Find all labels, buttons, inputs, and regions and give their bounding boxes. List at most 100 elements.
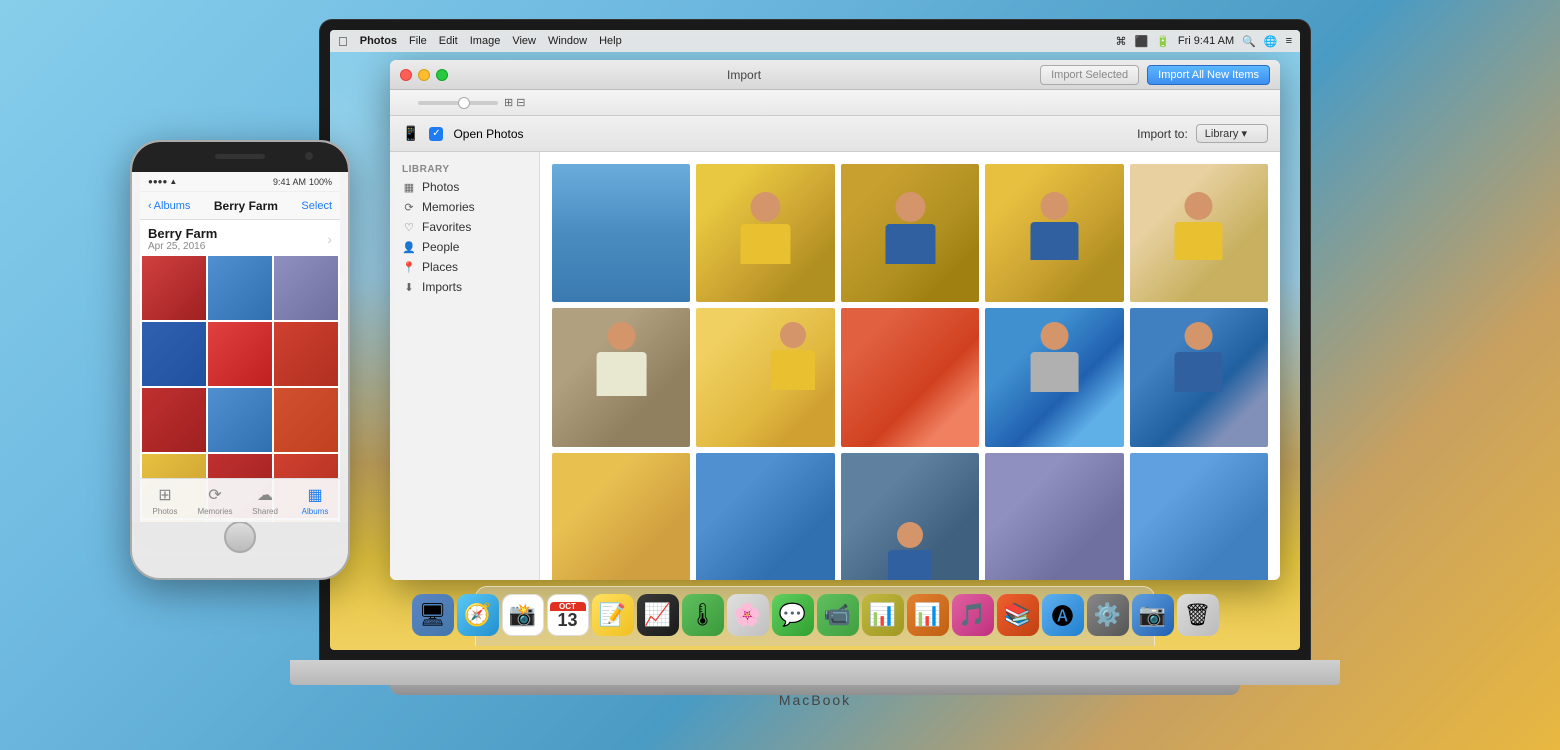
iphone-photo-2[interactable] <box>208 256 272 320</box>
photo-6[interactable] <box>552 308 690 446</box>
import-all-button[interactable]: Import All New Items <box>1147 65 1270 85</box>
iphone-body: ●●●● ▲ 9:41 AM 100% ‹ Albums Berry Farm … <box>130 140 350 580</box>
iphone-photo-6[interactable] <box>274 322 338 386</box>
maximize-button[interactable] <box>436 69 448 81</box>
iphone-mute-button[interactable] <box>130 202 131 217</box>
iphone-album-header: Berry Farm Apr 25, 2016 › <box>140 220 340 254</box>
iphone-photo-5[interactable] <box>208 322 272 386</box>
import-to-dropdown[interactable]: Library ▾ <box>1196 124 1268 143</box>
dock-trash[interactable]: 🗑 <box>1177 594 1219 636</box>
iphone-photo-1[interactable] <box>142 256 206 320</box>
import-selected-button[interactable]: Import Selected <box>1040 65 1139 85</box>
iphone-photo-8[interactable] <box>208 388 272 452</box>
photo-5[interactable] <box>1130 164 1268 302</box>
photo-15[interactable] <box>841 453 979 580</box>
photos-icon: ▦ <box>402 180 416 194</box>
dock-calendar[interactable]: OCT 13 <box>547 594 589 636</box>
menubar-view[interactable]: View <box>512 35 536 47</box>
menubar-window[interactable]: Window <box>548 35 587 47</box>
iphone-photo-7[interactable] <box>142 388 206 452</box>
iphone: ●●●● ▲ 9:41 AM 100% ‹ Albums Berry Farm … <box>130 140 350 580</box>
toolbar-icons: ⊞ ⊟ <box>504 96 526 109</box>
people-icon: 👤 <box>402 240 416 254</box>
photo-4[interactable] <box>985 164 1123 302</box>
macbook:  Photos File Edit Image View Window Hel… <box>290 20 1340 740</box>
menubar-app-name[interactable]: Photos <box>360 35 397 47</box>
iphone-photo-3[interactable] <box>274 256 338 320</box>
menubar-file[interactable]: File <box>409 35 427 47</box>
dock-messages[interactable]: 💬 <box>772 594 814 636</box>
open-photos-checkbox[interactable]: ✓ <box>429 127 443 141</box>
macbook-label: MacBook <box>290 692 1340 708</box>
menubar-edit[interactable]: Edit <box>439 35 458 47</box>
sidebar-item-places[interactable]: 📍 Places <box>390 257 539 277</box>
close-button[interactable] <box>400 69 412 81</box>
photo-9[interactable] <box>985 308 1123 446</box>
dock-stocks[interactable]: 📈 <box>637 594 679 636</box>
dock-settings[interactable]: ⚙️ <box>1087 594 1129 636</box>
dock-photos-icon[interactable]: 📷 <box>1132 594 1174 636</box>
iphone-tab-memories[interactable]: ⟳ Memories <box>190 485 240 516</box>
photo-1[interactable] <box>552 164 690 302</box>
iphone-vol-down-button[interactable] <box>130 250 131 270</box>
iphone-tab-shared[interactable]: ☁ Shared <box>240 485 290 516</box>
dock-keynote[interactable]: 📊 <box>907 594 949 636</box>
iphone-time: 9:41 AM <box>273 177 306 187</box>
dock-notes[interactable]: 📝 <box>592 594 634 636</box>
sidebar: Library ▦ Photos ⟳ Memories ♡ Favorites <box>390 152 540 580</box>
photo-16[interactable] <box>985 453 1123 580</box>
imports-icon: ⬇ <box>402 280 416 294</box>
iphone-select-button[interactable]: Select <box>301 200 332 212</box>
iphone-photo-4[interactable] <box>142 322 206 386</box>
dock-appstore[interactable]: 🅐 <box>1042 594 1084 636</box>
iphone-vol-up-button[interactable] <box>130 222 131 242</box>
dock-finder[interactable]: 🖥 <box>412 594 454 636</box>
sidebar-item-imports[interactable]: ⬇ Imports <box>390 277 539 297</box>
iphone-back-button[interactable]: ‹ Albums <box>148 200 190 212</box>
photo-grid <box>552 164 1268 580</box>
photo-8[interactable] <box>841 308 979 446</box>
dock-pinwheel[interactable]: 🌸 <box>727 594 769 636</box>
iphone-photos-tab-icon: ⊞ <box>158 485 171 505</box>
iphone-shared-tab-icon: ☁ <box>257 485 273 505</box>
photo-10[interactable] <box>1130 308 1268 446</box>
sidebar-item-people[interactable]: 👤 People <box>390 237 539 257</box>
sidebar-item-photos[interactable]: ▦ Photos <box>390 177 539 197</box>
iphone-status-bar: ●●●● ▲ 9:41 AM 100% <box>140 172 340 192</box>
iphone-power-button[interactable] <box>349 222 350 252</box>
iphone-camera <box>305 152 313 160</box>
apple-menu[interactable]:  <box>338 34 348 49</box>
iphone-home-button[interactable] <box>224 521 256 553</box>
menubar-help[interactable]: Help <box>599 35 622 47</box>
search-icon[interactable]: 🔍 <box>1242 35 1256 48</box>
photos-window: Import Import Selected Import All New It… <box>390 60 1280 580</box>
photo-7[interactable] <box>696 308 834 446</box>
sidebar-item-favorites[interactable]: ♡ Favorites <box>390 217 539 237</box>
zoom-slider[interactable] <box>418 101 498 105</box>
dock-numbers[interactable]: 📊 <box>862 594 904 636</box>
photo-14[interactable] <box>696 453 834 580</box>
iphone-photo-9[interactable] <box>274 388 338 452</box>
device-icon: 📱 <box>402 125 419 142</box>
photo-3[interactable] <box>841 164 979 302</box>
wifi-icon: ⌘ <box>1116 35 1127 48</box>
dock-itunes[interactable]: 🎵 <box>952 594 994 636</box>
dock-facetime[interactable]: 📹 <box>817 594 859 636</box>
minimize-button[interactable] <box>418 69 430 81</box>
iphone-tab-albums[interactable]: ▦ Albums <box>290 485 340 516</box>
photo-2[interactable] <box>696 164 834 302</box>
dock-safari[interactable]: 🧭 <box>457 594 499 636</box>
dock-photos-app[interactable]: 📸 <box>502 594 544 636</box>
photo-17[interactable] <box>1130 453 1268 580</box>
notification-icon[interactable]: ≡ <box>1286 35 1292 47</box>
siri-icon[interactable]: 🌐 <box>1264 35 1278 48</box>
dock-thermometer[interactable]: 🌡 <box>682 594 724 636</box>
dock-ibooks[interactable]: 📚 <box>997 594 1039 636</box>
menubar-time: Fri 9:41 AM <box>1178 35 1234 47</box>
photo-13[interactable] <box>552 453 690 580</box>
sidebar-item-memories[interactable]: ⟳ Memories <box>390 197 539 217</box>
iphone-wifi-icon: ▲ <box>169 177 177 186</box>
iphone-tab-photos[interactable]: ⊞ Photos <box>140 485 190 516</box>
iphone-albums-tab-icon: ▦ <box>307 485 322 505</box>
menubar-image[interactable]: Image <box>470 35 501 47</box>
